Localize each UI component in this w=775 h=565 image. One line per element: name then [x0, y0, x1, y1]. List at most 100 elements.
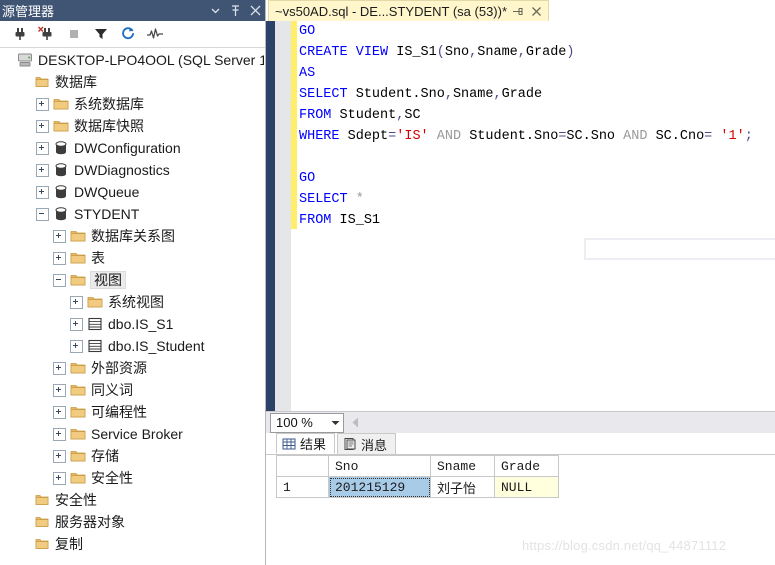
- column-header[interactable]: Sname: [430, 455, 495, 477]
- tree-node[interactable]: Service Broker: [0, 423, 264, 445]
- activity-monitor-icon[interactable]: [141, 22, 168, 46]
- database-icon: [53, 184, 74, 200]
- folder-icon: [70, 228, 91, 244]
- zoom-level-select[interactable]: 100 %: [270, 412, 344, 433]
- object-explorer-panel: 源管理器 DESKTOP-LPO4OOL (SQL Server 14.0 数据…: [0, 0, 266, 565]
- tree-node[interactable]: 数据库: [0, 71, 264, 93]
- tree-node[interactable]: 外部资源: [0, 357, 264, 379]
- code-line: AS: [299, 66, 316, 81]
- object-explorer-titlebar: 源管理器: [0, 0, 265, 21]
- column-header[interactable]: [276, 455, 329, 477]
- close-icon[interactable]: [528, 1, 545, 21]
- tree-node[interactable]: DESKTOP-LPO4OOL (SQL Server 14.0: [0, 49, 264, 71]
- expand-icon[interactable]: [53, 361, 66, 375]
- tree-node[interactable]: 服务器对象: [0, 511, 264, 533]
- tree-node[interactable]: DWConfiguration: [0, 137, 264, 159]
- tree-node[interactable]: DWDiagnostics: [0, 159, 264, 181]
- tree-node[interactable]: 复制: [0, 533, 264, 555]
- database-icon: [53, 140, 74, 156]
- server-icon: [17, 52, 38, 68]
- results-tab-label: 结果: [300, 438, 327, 453]
- expand-icon[interactable]: [36, 163, 49, 177]
- chevron-down-icon[interactable]: [327, 420, 343, 426]
- intellisense-popup[interactable]: [584, 238, 775, 260]
- tree-node[interactable]: 系统数据库: [0, 93, 264, 115]
- expand-icon[interactable]: [53, 449, 66, 463]
- tree-node-label: 同义词: [91, 382, 133, 398]
- pin-icon[interactable]: [509, 1, 526, 21]
- tree-node[interactable]: dbo.IS_Student: [0, 335, 264, 357]
- expand-icon[interactable]: [53, 471, 66, 485]
- tree-node-label: STYDENT: [74, 206, 140, 222]
- disconnect-icon[interactable]: [33, 22, 60, 46]
- code-line: CREATE VIEW IS_S1(Sno,Sname,Grade): [299, 45, 575, 60]
- results-tab[interactable]: 结果: [276, 433, 336, 454]
- database-icon: [53, 162, 74, 178]
- tree-node[interactable]: 表: [0, 247, 264, 269]
- document-tab-sql[interactable]: ~vs50AD.sql - DE...STYDENT (sa (53))*: [268, 0, 550, 21]
- column-header[interactable]: Grade: [494, 455, 559, 477]
- table-row[interactable]: 1 201215129 刘子怡 NULL: [276, 476, 559, 498]
- tree-node[interactable]: dbo.IS_S1: [0, 313, 264, 335]
- results-tab-label: 消息: [361, 438, 388, 454]
- tree-node-label: 安全性: [55, 492, 97, 508]
- tree-node[interactable]: 数据库关系图: [0, 225, 264, 247]
- tree-node[interactable]: 系统视图: [0, 291, 264, 313]
- pin-icon[interactable]: [225, 0, 245, 21]
- dropdown-icon[interactable]: [205, 0, 225, 21]
- expand-icon[interactable]: [53, 229, 66, 243]
- expand-icon[interactable]: [70, 339, 83, 353]
- results-grid[interactable]: Sno Sname Grade 1 201215129 刘子怡 NULL: [276, 455, 559, 498]
- tree-node[interactable]: 安全性: [0, 489, 264, 511]
- tree-node[interactable]: 视图: [0, 269, 264, 291]
- expand-icon[interactable]: [70, 317, 83, 331]
- tree-node-label: 表: [91, 250, 105, 266]
- tree-node-label: 系统数据库: [74, 96, 144, 112]
- database-icon: [53, 206, 74, 222]
- cell-sname[interactable]: 刘子怡: [430, 476, 495, 498]
- change-bar-block-1: [291, 21, 297, 161]
- sql-code-editor[interactable]: GO CREATE VIEW IS_S1(Sno,Sname,Grade) AS SE…: [266, 21, 775, 411]
- column-header[interactable]: Sno: [328, 455, 431, 477]
- tree-node[interactable]: 可编程性: [0, 401, 264, 423]
- view-icon: [87, 338, 108, 354]
- folder-icon: [70, 426, 91, 442]
- cell-sno[interactable]: 201215129: [328, 476, 431, 498]
- expand-icon[interactable]: [36, 141, 49, 155]
- expand-icon[interactable]: [53, 405, 66, 419]
- collapse-icon[interactable]: [53, 273, 66, 287]
- collapse-icon[interactable]: [36, 207, 49, 221]
- row-number-cell[interactable]: 1: [276, 476, 329, 498]
- expand-icon[interactable]: [36, 97, 49, 111]
- results-tab[interactable]: 消息: [337, 433, 397, 454]
- connect-icon[interactable]: [6, 22, 33, 46]
- object-explorer-tree[interactable]: DESKTOP-LPO4OOL (SQL Server 14.0 数据库系统数据库…: [0, 49, 264, 565]
- expand-icon[interactable]: [36, 119, 49, 133]
- expand-icon[interactable]: [70, 295, 83, 309]
- close-icon[interactable]: [245, 0, 265, 21]
- tree-node[interactable]: 存储: [0, 445, 264, 467]
- expand-icon[interactable]: [36, 185, 49, 199]
- expand-icon[interactable]: [53, 427, 66, 441]
- message-icon: [344, 438, 356, 450]
- tree-node-label: 系统视图: [108, 294, 164, 310]
- left-triangle-icon[interactable]: [348, 417, 362, 428]
- folder-icon: [70, 382, 91, 398]
- results-grid-wrap: Sno Sname Grade 1 201215129 刘子怡 NULL: [276, 455, 775, 498]
- tree-node[interactable]: STYDENT: [0, 203, 264, 225]
- filter-icon[interactable]: [87, 22, 114, 46]
- refresh-icon[interactable]: [114, 22, 141, 46]
- folder-small-icon: [34, 514, 55, 530]
- tree-node[interactable]: 同义词: [0, 379, 264, 401]
- change-bar-block-2: [291, 161, 297, 229]
- view-icon: [87, 316, 108, 332]
- document-tab-strip: ~vs50AD.sql - DE...STYDENT (sa (53))*: [266, 0, 775, 21]
- tree-node[interactable]: 安全性: [0, 467, 264, 489]
- expand-icon[interactable]: [53, 251, 66, 265]
- tree-node-label: 外部资源: [91, 360, 147, 376]
- cell-grade[interactable]: NULL: [494, 476, 559, 498]
- tree-node[interactable]: 数据库快照: [0, 115, 264, 137]
- tree-node[interactable]: DWQueue: [0, 181, 264, 203]
- tree-node-label: 视图: [90, 271, 126, 289]
- expand-icon[interactable]: [53, 383, 66, 397]
